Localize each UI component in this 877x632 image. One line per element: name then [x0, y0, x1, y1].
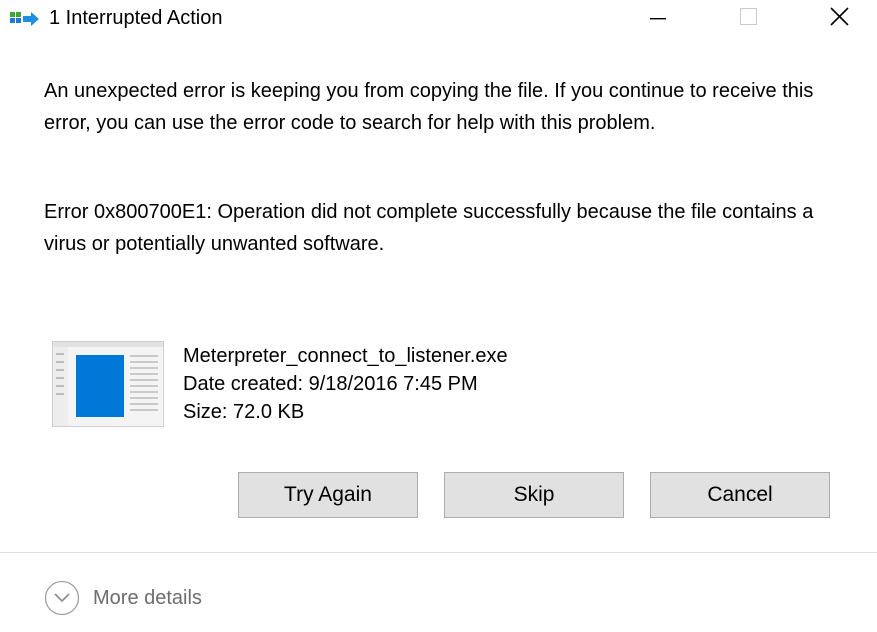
- more-details-label[interactable]: More details: [93, 585, 202, 611]
- skip-button[interactable]: Skip: [444, 472, 624, 518]
- error-code-text: Error 0x800700E1: Operation did not comp…: [44, 201, 814, 255]
- minimize-button[interactable]: [633, 0, 679, 36]
- maximize-icon: [740, 8, 757, 25]
- chevron-down-icon[interactable]: [44, 580, 80, 616]
- maximize-button[interactable]: [725, 0, 771, 36]
- minimize-icon: [650, 18, 666, 20]
- file-info: Meterpreter_connect_to_listener.exe Date…: [183, 342, 508, 426]
- try-again-button[interactable]: Try Again: [238, 472, 418, 518]
- window-title: 1 Interrupted Action: [49, 7, 223, 29]
- file-date-created: Date created: 9/18/2016 7:45 PM: [183, 373, 478, 395]
- error-message: An unexpected error is keeping you from …: [44, 80, 814, 134]
- cancel-button[interactable]: Cancel: [650, 472, 830, 518]
- file-thumbnail-icon: [52, 341, 164, 427]
- file-copy-icon: [10, 12, 39, 26]
- close-button[interactable]: [817, 0, 863, 36]
- file-size: Size: 72.0 KB: [183, 401, 305, 423]
- close-icon: [830, 7, 849, 26]
- file-name: Meterpreter_connect_to_listener.exe: [183, 345, 508, 367]
- title-bar[interactable]: 1 Interrupted Action: [0, 0, 877, 36]
- footer-divider: [0, 552, 877, 553]
